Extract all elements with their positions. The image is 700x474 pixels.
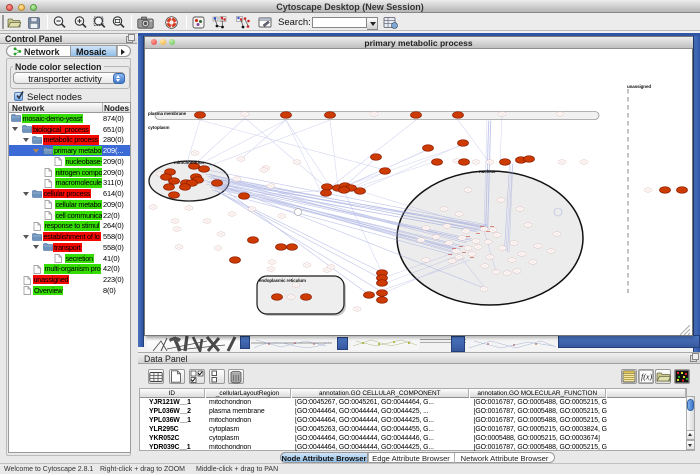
svg-text:unassigned: unassigned: [627, 84, 651, 89]
svg-text:mitochondrion: mitochondrion: [174, 160, 205, 165]
svg-text:plasma membrane: plasma membrane: [148, 111, 187, 116]
svg-text:f(x): f(x): [641, 373, 652, 382]
svg-text:cytoplasm: cytoplasm: [148, 125, 169, 130]
svg-text:endoplasmic reticulum: endoplasmic reticulum: [259, 278, 306, 283]
svg-text:nucleus: nucleus: [479, 169, 496, 174]
